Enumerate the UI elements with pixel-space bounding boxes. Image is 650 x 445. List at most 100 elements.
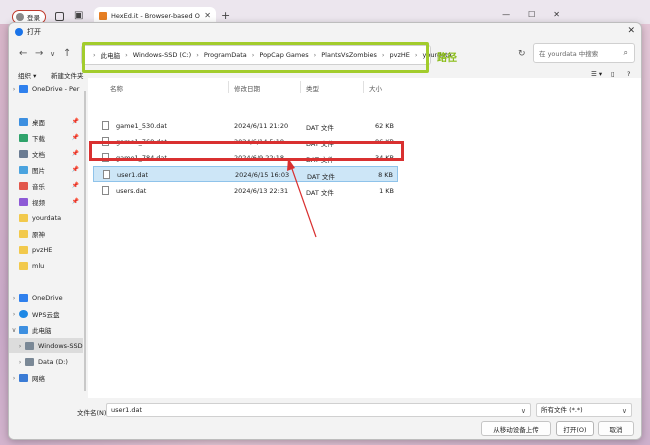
organize-menu[interactable]: 组织 ▾ [18, 70, 36, 80]
tab-close-icon[interactable]: ✕ [204, 11, 211, 20]
cloud-icon [19, 309, 28, 318]
pin-icon: 📌 [71, 134, 79, 141]
preview-pane-icon[interactable]: ▯ [611, 70, 615, 78]
sidebar-item-yourdata[interactable]: yourdata [9, 210, 83, 225]
file-name: user1.dat [117, 171, 149, 179]
navigation-sidebar: › OneDrive - Per 桌面 📌 下载 📌 文档 📌 图片 📌 音乐 … [9, 81, 83, 386]
tab-actions-icon[interactable] [55, 12, 64, 21]
sidebar-item-windows-ssd[interactable]: › Windows-SSD [9, 338, 83, 353]
sidebar-item-data-d[interactable]: › Data (D:) [9, 354, 83, 369]
login-label: 登录 [27, 14, 40, 22]
sidebar-item-mlu[interactable]: mlu [9, 258, 83, 273]
file-type: DAT 文件 [307, 173, 335, 181]
file-type: DAT 文件 [306, 189, 334, 197]
sidebar-item-this-pc[interactable]: ∨ 此电脑 [9, 322, 83, 337]
maximize-icon[interactable]: ☐ [528, 10, 535, 19]
new-folder-button[interactable]: 新建文件夹 [51, 70, 84, 80]
filetype-select[interactable]: 所有文件 (*.*) ∨ [536, 403, 632, 417]
open-button[interactable]: 打开(O) [556, 421, 594, 436]
avatar-icon [16, 13, 24, 21]
pictures-icon [19, 165, 28, 174]
filename-value: user1.dat [111, 406, 143, 414]
sidebar-item-music[interactable]: 音乐 📌 [9, 178, 83, 193]
file-size: 8 KB [378, 171, 393, 179]
chevron-down-icon[interactable]: ∨ [9, 326, 19, 334]
file-name: game1_530.dat [116, 122, 167, 130]
search-input[interactable]: 在 yourdata 中搜索 ⌕ [533, 43, 635, 63]
sidebar-scrollbar[interactable] [84, 91, 86, 391]
file-size: 1 KB [379, 187, 394, 195]
folder-icon [19, 213, 28, 222]
sidebar-item-desktop[interactable]: 桌面 📌 [9, 114, 83, 129]
sidebar-item-label: Data (D:) [38, 357, 68, 366]
pc-icon [19, 325, 28, 334]
column-header-name[interactable]: 名称 [110, 81, 123, 95]
path-annotation: 路径 [437, 53, 457, 64]
sidebar-item-pvzhe[interactable]: pvzHE [9, 242, 83, 257]
column-header-type[interactable]: 类型 [306, 81, 319, 95]
chevron-down-icon[interactable]: ∨ [622, 405, 627, 417]
sidebar-item-wps-cloud[interactable]: › WPS云盘 [9, 306, 83, 321]
onedrive-icon [19, 293, 28, 302]
sidebar-item-network[interactable]: › 网络 [9, 370, 83, 385]
chevron-right-icon[interactable]: › [15, 342, 25, 350]
file-row[interactable]: game1_530.dat 2024/6/11 21:20 DAT 文件 62 … [93, 118, 398, 134]
sidebar-item-label: pvzHE [32, 245, 53, 254]
pin-icon: 📌 [71, 118, 79, 125]
column-header-modified[interactable]: 修改日期 [234, 81, 260, 95]
search-placeholder: 在 yourdata 中搜索 [539, 50, 599, 58]
sidebar-item-label: OneDrive - Per [32, 84, 80, 93]
download-icon [19, 133, 28, 142]
chevron-right-icon[interactable]: › [9, 310, 19, 318]
sidebar-item-yuanshen[interactable]: 原神 [9, 226, 83, 241]
chevron-right-icon[interactable]: › [15, 358, 25, 366]
sidebar-item-videos[interactable]: 视频 📌 [9, 194, 83, 209]
close-window-icon[interactable]: ✕ [553, 10, 560, 19]
file-modified: 2024/6/13 22:31 [234, 187, 289, 195]
window-controls: — ☐ ✕ [502, 10, 560, 19]
column-divider[interactable] [228, 81, 229, 93]
chevron-right-icon[interactable]: › [9, 294, 19, 302]
column-header-size[interactable]: 大小 [369, 81, 382, 95]
help-icon[interactable]: ? [627, 70, 630, 78]
file-size: 62 KB [374, 122, 394, 130]
cancel-button[interactable]: 取消 [598, 421, 634, 436]
forward-arrow-icon[interactable]: → [35, 48, 43, 59]
minimize-icon[interactable]: — [502, 10, 510, 19]
video-icon [19, 197, 28, 206]
file-row[interactable]: users.dat 2024/6/13 22:31 DAT 文件 1 KB [93, 183, 398, 199]
chevron-down-icon[interactable]: ∨ [521, 405, 526, 417]
refresh-icon[interactable]: ↻ [518, 49, 526, 59]
pin-icon: 📌 [71, 182, 79, 189]
new-tab-icon[interactable]: + [221, 9, 230, 22]
sidebar-item-label: Windows-SSD [38, 341, 83, 350]
sidebar-item-downloads[interactable]: 下载 📌 [9, 130, 83, 145]
browser-title-bar: 登录 ▣ HexEd.it - Browser-based Online ✕ +… [0, 0, 650, 24]
back-arrow-icon[interactable]: ← [19, 48, 27, 59]
filename-field[interactable]: user1.dat ∨ [106, 403, 531, 417]
collections-icon[interactable]: ▣ [74, 10, 83, 21]
hexedit-favicon-icon [99, 11, 107, 20]
desktop-icon [19, 117, 28, 126]
chevron-right-icon[interactable]: › [9, 374, 19, 382]
column-divider[interactable] [363, 81, 364, 93]
view-options-icon[interactable]: ☰ ▾ [591, 70, 602, 78]
up-arrow-icon[interactable]: ↑ [63, 48, 71, 59]
chevron-right-icon[interactable]: › [9, 85, 19, 93]
file-row-selected[interactable]: user1.dat 2024/6/15 16:03 DAT 文件 8 KB [93, 166, 398, 182]
recent-dropdown-icon[interactable]: ∨ [50, 50, 55, 58]
dialog-footer: 文件名(N): user1.dat ∨ 所有文件 (*.*) ∨ 从移动设备上传… [9, 398, 641, 439]
sidebar-item-onedrive-personal[interactable]: › OneDrive - Per [9, 81, 83, 96]
sidebar-item-onedrive[interactable]: › OneDrive [9, 290, 83, 305]
upload-from-device-button[interactable]: 从移动设备上传 [481, 421, 551, 436]
sidebar-item-label: 此电脑 [32, 326, 52, 335]
sidebar-item-documents[interactable]: 文档 📌 [9, 146, 83, 161]
file-name: users.dat [116, 187, 147, 195]
folder-icon [19, 245, 28, 254]
sidebar-item-pictures[interactable]: 图片 📌 [9, 162, 83, 177]
sidebar-item-label: 音乐 [32, 182, 45, 191]
file-icon [102, 186, 109, 195]
column-divider[interactable] [300, 81, 301, 93]
file-modified: 2024/6/11 21:20 [234, 122, 289, 130]
dialog-close-icon[interactable]: ✕ [627, 26, 635, 36]
